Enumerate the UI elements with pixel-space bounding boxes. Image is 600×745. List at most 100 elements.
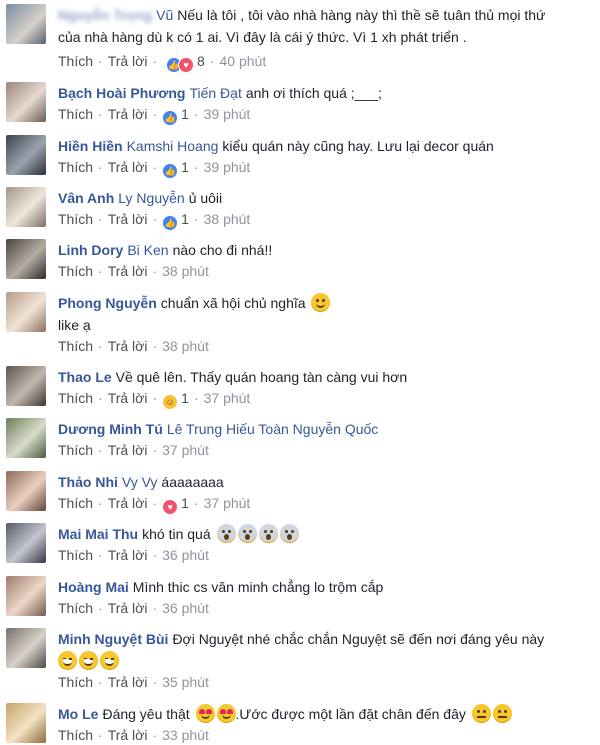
- like-reaction-icon[interactable]: 👍: [162, 163, 179, 179]
- love-reaction-icon: ♥: [178, 57, 195, 73]
- avatar[interactable]: [6, 523, 46, 563]
- laugh-tears-emoji: [100, 651, 119, 670]
- reaction-count[interactable]: 1: [181, 211, 189, 227]
- timestamp[interactable]: 39 phút: [204, 106, 251, 122]
- comment-body: Nguyễn Trọng Vũ Nếu là tôi , tôi vào nhà h…: [58, 4, 592, 48]
- comment-author[interactable]: Mai Mai Thu: [58, 526, 138, 542]
- like-button[interactable]: Thích: [58, 263, 93, 279]
- like-button[interactable]: Thích: [58, 53, 93, 69]
- reaction-count[interactable]: 1: [181, 159, 189, 175]
- like-button[interactable]: Thích: [58, 338, 93, 354]
- reply-button[interactable]: Trả lời: [108, 727, 148, 743]
- avatar[interactable]: [6, 4, 46, 44]
- reply-button[interactable]: Trả lời: [108, 442, 148, 458]
- like-button[interactable]: Thích: [58, 159, 93, 175]
- comment-text: kiểu quán này cũng hay. Lưu lại decor qu…: [222, 138, 494, 154]
- comment-text: Về quê lên. Thấy quán hoang tàn càng vui…: [115, 369, 408, 385]
- avatar[interactable]: [6, 135, 46, 175]
- comment-author[interactable]: Mo Le: [58, 706, 98, 722]
- reply-button[interactable]: Trả lời: [108, 211, 148, 227]
- mention-tag[interactable]: Tiến Đạt: [189, 85, 241, 101]
- like-button[interactable]: Thích: [58, 495, 93, 511]
- reply-button[interactable]: Trả lời: [108, 600, 148, 616]
- timestamp[interactable]: 39 phút: [204, 159, 251, 175]
- reaction-count[interactable]: 1: [181, 106, 189, 122]
- reply-button[interactable]: Trả lời: [108, 674, 148, 690]
- mention-tag[interactable]: Kamshi Hoang: [127, 138, 219, 154]
- timestamp[interactable]: 38 phút: [162, 338, 209, 354]
- timestamp[interactable]: 37 phút: [204, 495, 251, 511]
- reaction-count[interactable]: 1: [181, 495, 189, 511]
- comment-actions: Thích · Trả lời · ♥ 1 · 37 phút: [58, 493, 250, 515]
- timestamp[interactable]: 33 phút: [162, 727, 209, 743]
- reply-button[interactable]: Trả lời: [108, 390, 148, 406]
- reply-button[interactable]: Trả lời: [108, 495, 148, 511]
- avatar[interactable]: [6, 418, 46, 458]
- comment-author[interactable]: Thao Le: [58, 369, 112, 385]
- reaction-summary[interactable]: 👍 ♥: [166, 51, 195, 73]
- mention-tag[interactable]: Bi Ken: [127, 242, 168, 258]
- comment-text: Nếu là tôi , tôi vào nhà hàng này thì th…: [177, 7, 546, 23]
- like-button[interactable]: Thích: [58, 106, 93, 122]
- avatar[interactable]: [6, 703, 46, 743]
- mention-tag[interactable]: Ly Nguyễn: [118, 190, 184, 206]
- reply-button[interactable]: Trả lời: [108, 547, 148, 563]
- comment-text: ủ uôii: [188, 190, 223, 206]
- like-button[interactable]: Thích: [58, 547, 93, 563]
- scream-emoji: [279, 524, 299, 543]
- like-button[interactable]: Thích: [58, 600, 93, 616]
- like-reaction-icon[interactable]: 👍: [162, 110, 179, 126]
- reply-button[interactable]: Trả lời: [108, 338, 148, 354]
- reaction-count[interactable]: 8: [197, 53, 205, 69]
- timestamp[interactable]: 37 phút: [204, 390, 251, 406]
- timestamp[interactable]: 38 phút: [162, 263, 209, 279]
- comment-author[interactable]: Vân Anh: [58, 190, 114, 206]
- avatar[interactable]: [6, 366, 46, 406]
- mention-tag[interactable]: Lê Trung Hiếu Toàn Nguyễn Quốc: [167, 421, 378, 437]
- avatar[interactable]: [6, 628, 46, 668]
- avatar[interactable]: [6, 471, 46, 511]
- reply-button[interactable]: Trả lời: [108, 106, 148, 122]
- timestamp[interactable]: 38 phút: [204, 211, 251, 227]
- timestamp[interactable]: 36 phút: [162, 600, 209, 616]
- comment-text: .Ước được một lần đặt chân đến đây: [235, 706, 466, 722]
- comment-author[interactable]: Hiền Hiền: [58, 138, 123, 154]
- mention-tag[interactable]: Vy Vy: [122, 474, 158, 490]
- avatar[interactable]: [6, 239, 46, 279]
- comment-author[interactable]: Bạch Hoài Phương: [58, 85, 185, 101]
- like-button[interactable]: Thích: [58, 211, 93, 227]
- timestamp[interactable]: 35 phút: [162, 674, 209, 690]
- timestamp[interactable]: 36 phút: [162, 547, 209, 563]
- like-button[interactable]: Thích: [58, 727, 93, 743]
- comment-author[interactable]: Phong Nguyễn: [58, 295, 157, 311]
- timestamp[interactable]: 40 phút: [220, 53, 267, 69]
- comment-actions: Thích · Trả lời · 37 phút: [58, 442, 209, 458]
- love-reaction-icon[interactable]: ♥: [162, 499, 179, 515]
- comment-author[interactable]: Thảo Nhi: [58, 474, 118, 490]
- avatar[interactable]: [6, 576, 46, 616]
- comment-author[interactable]: Minh Nguyệt Bùi: [58, 631, 168, 647]
- avatar[interactable]: [6, 292, 46, 332]
- avatar[interactable]: [6, 82, 46, 122]
- comment-author[interactable]: Nguyễn Trọng: [58, 7, 152, 23]
- like-button[interactable]: Thích: [58, 390, 93, 406]
- like-button[interactable]: Thích: [58, 674, 93, 690]
- comment-actions: Thích · Trả lời · 👍 1 · 39 phút: [58, 104, 250, 126]
- laugh-tears-emoji: [79, 651, 98, 670]
- comment-actions: Thích · Trả lời · 36 phút: [58, 600, 209, 616]
- reply-button[interactable]: Trả lời: [108, 263, 148, 279]
- like-reaction-icon[interactable]: 👍: [162, 215, 179, 231]
- avatar[interactable]: [6, 187, 46, 227]
- comment-body: Bạch Hoài Phương Tiến Đạt anh ơi thích quá…: [58, 82, 592, 104]
- reaction-count[interactable]: 1: [181, 390, 189, 406]
- comment-author[interactable]: Hoàng Mai: [58, 579, 129, 595]
- comment-author[interactable]: Linh Dory: [58, 242, 123, 258]
- comment-text: anh ơi thích quá ;___;: [245, 85, 382, 101]
- mention-tag[interactable]: Vũ: [156, 7, 173, 23]
- comment-author[interactable]: Dương Minh Tú: [58, 421, 163, 437]
- timestamp[interactable]: 37 phút: [162, 442, 209, 458]
- reply-button[interactable]: Trả lời: [108, 159, 148, 175]
- reply-button[interactable]: Trả lời: [108, 53, 148, 69]
- like-button[interactable]: Thích: [58, 442, 93, 458]
- haha-reaction-icon[interactable]: ☺: [162, 394, 179, 410]
